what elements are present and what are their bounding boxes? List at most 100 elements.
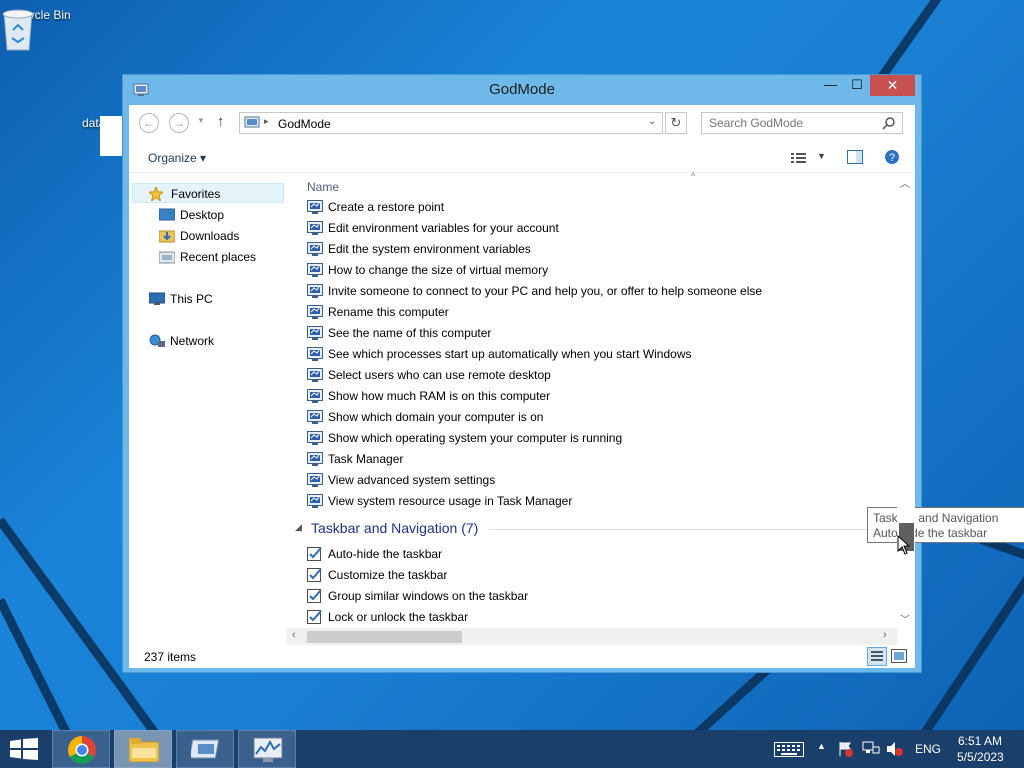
nav-label-desktop: Desktop bbox=[180, 208, 225, 222]
list-item-label: Customize the taskbar bbox=[328, 568, 448, 582]
close-button[interactable]: ✕ bbox=[870, 75, 915, 96]
windows-start-icon[interactable] bbox=[10, 738, 38, 760]
list-item-label: Show how much RAM is on this computer bbox=[328, 389, 551, 403]
taskbar-chrome-button[interactable] bbox=[52, 730, 110, 768]
file-explorer-icon bbox=[129, 738, 159, 762]
input-language[interactable]: ENG bbox=[915, 742, 941, 756]
list-item-label: See which processes start up automatical… bbox=[328, 347, 692, 361]
preview-pane-icon[interactable] bbox=[847, 150, 863, 164]
list-item-label: See the name of this computer bbox=[328, 326, 492, 340]
arrow-up-icon: ↑ bbox=[217, 113, 225, 130]
status-bar: 237 items bbox=[129, 645, 915, 668]
system-settings-icon bbox=[307, 221, 323, 235]
details-view-icon[interactable] bbox=[867, 647, 887, 666]
refresh-button[interactable]: ↻ bbox=[665, 112, 687, 134]
data-file-shortcut[interactable]: data.ur bbox=[82, 116, 122, 156]
maximize-button[interactable]: ☐ bbox=[844, 75, 870, 96]
collapse-group-icon[interactable]: ◢ bbox=[295, 522, 302, 533]
navigation-pane: Favorites Desktop Downloads Recent place… bbox=[129, 173, 287, 645]
vertical-scrollbar[interactable]: ︿ ﹀ bbox=[897, 173, 915, 628]
system-settings-icon bbox=[307, 263, 323, 277]
forward-button[interactable]: → bbox=[169, 113, 189, 133]
nav-item-this-pc[interactable]: This PC bbox=[147, 289, 285, 309]
control-panel-icon bbox=[191, 739, 220, 759]
system-settings-icon bbox=[307, 347, 323, 361]
sort-ascending-icon: ^ bbox=[691, 171, 696, 181]
taskbar-settings-icon bbox=[307, 547, 322, 561]
group-header-taskbar[interactable]: ◢ Taskbar and Navigation (7) bbox=[295, 518, 891, 540]
nav-item-recent-places[interactable]: Recent places bbox=[157, 247, 285, 267]
arrow-left-icon: ← bbox=[143, 116, 155, 130]
list-item-label: Select users who can use remote desktop bbox=[328, 368, 551, 382]
clock-date[interactable]: 5/5/2023 bbox=[957, 750, 1004, 764]
address-dropdown-icon[interactable]: ⌄ bbox=[648, 116, 656, 127]
list-item-label: Group similar windows on the taskbar bbox=[328, 589, 529, 603]
horizontal-scrollbar[interactable]: ‹ › bbox=[287, 628, 897, 645]
horizontal-scroll-thumb[interactable] bbox=[307, 631, 462, 643]
show-hidden-icons-icon[interactable]: ▲ bbox=[817, 741, 826, 751]
nav-item-downloads[interactable]: Downloads bbox=[157, 226, 285, 246]
explorer-window: GodMode — ☐ ✕ ← → ▼ ↑ ▸ GodMode ⌄ ↻ Sear… bbox=[122, 74, 1024, 673]
system-settings-icon bbox=[307, 452, 323, 466]
help-icon[interactable]: ? bbox=[884, 149, 900, 165]
tooltip: Taskbar and Navigation Auto-hide the tas… bbox=[867, 507, 1024, 543]
taskbar-settings-icon bbox=[307, 589, 322, 603]
recycle-bin-shortcut[interactable]: Recycle Bin bbox=[0, 8, 78, 51]
minimize-button[interactable]: — bbox=[817, 75, 844, 96]
column-header-name[interactable]: Name bbox=[307, 180, 339, 194]
taskbar-settings-icon bbox=[307, 568, 322, 582]
back-button[interactable]: ← bbox=[139, 113, 159, 133]
list-item-label: Show which domain your computer is on bbox=[328, 410, 544, 424]
taskbar-file-explorer-button[interactable] bbox=[114, 730, 172, 768]
system-settings-icon bbox=[307, 431, 323, 445]
system-settings-icon bbox=[307, 368, 323, 382]
recent-places-icon bbox=[159, 251, 175, 264]
tooltip-line-1: Taskbar and Navigation bbox=[873, 511, 999, 525]
downloads-folder-icon bbox=[159, 230, 175, 243]
scroll-left-icon[interactable]: ‹ bbox=[292, 629, 296, 641]
scroll-up-icon[interactable]: ︿ bbox=[900, 175, 910, 190]
up-button[interactable]: ↑ bbox=[217, 113, 225, 130]
performance-monitor-icon bbox=[253, 737, 283, 762]
nav-item-desktop[interactable]: Desktop bbox=[157, 205, 285, 225]
system-settings-icon bbox=[307, 389, 323, 403]
tooltip-line-2: Auto-hide the taskbar bbox=[873, 526, 988, 540]
nav-label-favorites: Favorites bbox=[171, 187, 221, 201]
refresh-icon: ↻ bbox=[670, 115, 682, 130]
list-item-label: Edit the system environment variables bbox=[328, 242, 531, 256]
address-path-box[interactable]: ▸ GodMode ⌄ bbox=[239, 112, 663, 134]
scroll-down-icon[interactable]: ﹀ bbox=[900, 611, 910, 626]
title-bar[interactable]: GodMode — ☐ ✕ bbox=[123, 75, 921, 105]
touch-keyboard-icon[interactable] bbox=[774, 742, 804, 757]
view-options-dropdown[interactable]: ▼ bbox=[817, 151, 826, 161]
nav-item-favorites[interactable]: Favorites bbox=[132, 183, 284, 203]
svg-text:?: ? bbox=[889, 152, 895, 164]
organize-menu[interactable]: Organize ▾ bbox=[148, 151, 206, 165]
nav-label-this-pc: This PC bbox=[170, 292, 213, 306]
system-settings-icon bbox=[307, 494, 323, 508]
file-icon bbox=[100, 116, 122, 156]
recent-locations-dropdown[interactable]: ▼ bbox=[197, 116, 205, 125]
scroll-right-icon[interactable]: › bbox=[883, 629, 887, 641]
taskbar-resource-monitor-button[interactable] bbox=[238, 730, 296, 768]
view-details-icon[interactable] bbox=[791, 152, 807, 164]
system-settings-icon bbox=[307, 305, 323, 319]
network-status-icon[interactable] bbox=[862, 741, 880, 757]
clock-time[interactable]: 6:51 AM bbox=[958, 734, 1002, 748]
address-path-text[interactable]: GodMode bbox=[278, 117, 331, 131]
search-box[interactable] bbox=[701, 112, 903, 134]
nav-item-network[interactable]: Network bbox=[147, 331, 285, 351]
recycle-bin-icon bbox=[2, 9, 34, 51]
taskbar-control-panel-button[interactable] bbox=[176, 730, 234, 768]
search-icon bbox=[882, 117, 895, 130]
computer-icon bbox=[149, 292, 165, 305]
list-item-label: How to change the size of virtual memory bbox=[328, 263, 549, 277]
search-input[interactable] bbox=[709, 116, 879, 130]
volume-muted-icon[interactable] bbox=[886, 741, 904, 757]
system-settings-icon bbox=[307, 284, 323, 298]
large-icons-view-icon[interactable] bbox=[891, 649, 907, 663]
list-item-label: Task Manager bbox=[328, 452, 404, 466]
list-item-label: Show which operating system your compute… bbox=[328, 431, 623, 445]
nav-label-downloads: Downloads bbox=[180, 229, 240, 243]
action-center-flag-icon[interactable] bbox=[838, 741, 854, 757]
